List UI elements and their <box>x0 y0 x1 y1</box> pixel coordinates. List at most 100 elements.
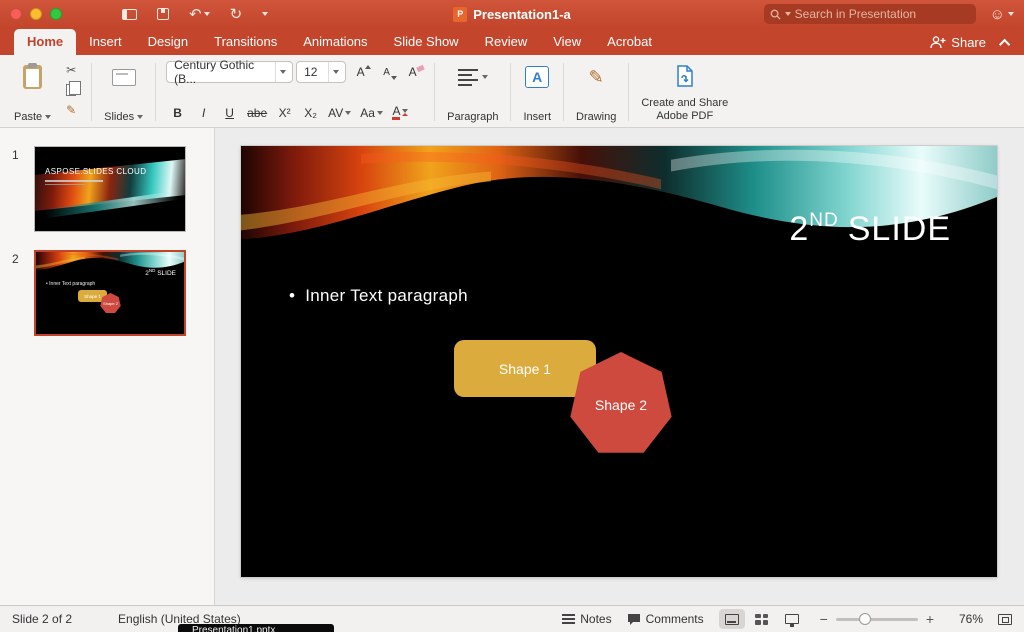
notes-icon <box>562 614 575 624</box>
font-size-combobox[interactable]: 12 <box>296 61 346 83</box>
tab-home[interactable]: Home <box>14 29 76 55</box>
normal-view-button[interactable] <box>719 609 745 629</box>
clipboard-tools: ✂ ✎ <box>57 60 85 124</box>
zoom-percentage[interactable]: 76% <box>949 612 983 626</box>
subscript-button[interactable]: X₂ <box>299 102 322 123</box>
new-slide-button[interactable]: Slides <box>98 60 149 124</box>
font-color-icon: A <box>392 105 400 120</box>
collapse-ribbon-button[interactable] <box>999 38 1010 49</box>
font-name-combobox[interactable]: Century Gothic (B... <box>166 61 293 83</box>
slide-canvas[interactable]: 2NDSLIDE •Inner Text paragraph Shape 1 S… <box>215 128 1024 605</box>
chevron-down-icon <box>275 62 288 82</box>
zoom-slider-thumb[interactable] <box>859 613 871 625</box>
comments-button[interactable]: Comments <box>627 612 704 626</box>
tab-animations[interactable]: Animations <box>290 29 380 55</box>
document-title: Presentation1-a <box>473 7 571 22</box>
slide-count-status: Slide 2 of 2 <box>12 612 72 626</box>
minimize-button[interactable] <box>30 8 42 20</box>
tab-transitions[interactable]: Transitions <box>201 29 290 55</box>
shrink-font-button[interactable]: A <box>375 62 398 83</box>
tab-slide-show[interactable]: Slide Show <box>381 29 472 55</box>
slide-bullet-text[interactable]: •Inner Text paragraph <box>289 286 468 306</box>
font-color-button[interactable]: A <box>389 102 412 123</box>
character-spacing-label: AV <box>328 106 343 120</box>
chevron-down-icon <box>345 111 351 115</box>
tab-review[interactable]: Review <box>472 29 541 55</box>
divider <box>563 63 564 121</box>
insert-button[interactable]: A Insert <box>517 60 557 124</box>
font-group: Century Gothic (B... 12 A A A B I U abe … <box>162 60 428 124</box>
thumbnail-title-text: ASPOSE.SLIDES CLOUD <box>45 167 146 176</box>
powerpoint-file-icon: P <box>453 7 467 22</box>
change-case-button[interactable]: Aa <box>357 102 386 123</box>
copy-button[interactable] <box>61 82 81 98</box>
tab-insert[interactable]: Insert <box>76 29 135 55</box>
bold-button[interactable]: B <box>166 102 189 123</box>
slide-1-thumbnail[interactable]: ASPOSE.SLIDES CLOUD <box>34 146 186 232</box>
divider <box>91 63 92 121</box>
cut-button[interactable]: ✂ <box>61 62 81 78</box>
italic-label: I <box>202 106 205 120</box>
adobe-pdf-button[interactable]: Create and Share Adobe PDF <box>635 60 734 124</box>
paste-label: Paste <box>14 111 42 123</box>
slides-label: Slides <box>104 111 134 123</box>
format-painter-button[interactable]: ✎ <box>61 102 81 118</box>
chevron-down-icon <box>45 115 51 119</box>
drawing-brush-icon: ✎ <box>589 67 604 88</box>
search-icon <box>770 9 781 20</box>
new-slide-icon <box>112 69 136 86</box>
underline-button[interactable]: U <box>218 102 241 123</box>
toggle-sidebar-button[interactable] <box>122 9 137 20</box>
tab-view[interactable]: View <box>540 29 594 55</box>
fullscreen-button[interactable] <box>50 8 62 20</box>
redo-button[interactable]: ↻ <box>230 5 243 23</box>
clear-formatting-icon: A <box>409 65 417 79</box>
zoom-out-button[interactable]: − <box>820 611 828 627</box>
character-spacing-button[interactable]: AV <box>325 102 354 123</box>
chevron-down-icon <box>482 75 488 79</box>
slide-show-button[interactable] <box>779 609 805 629</box>
slide-sorter-view-button[interactable] <box>749 609 775 629</box>
feedback-button[interactable]: ☺ <box>990 6 1014 23</box>
paragraph-lines-icon <box>458 69 478 86</box>
customize-toolbar-button[interactable] <box>262 12 268 16</box>
chevron-down-icon <box>1008 12 1014 16</box>
undo-button[interactable]: ↶ <box>189 5 210 23</box>
slide-thumbnail-panel[interactable]: 1 ASPOSE.SLIDES CLOUD 2 2ND SLIDE • Inne… <box>0 128 215 605</box>
adobe-label-line2: Adobe PDF <box>656 110 713 122</box>
slide-title-text[interactable]: 2NDSLIDE <box>789 210 951 249</box>
drawing-label: Drawing <box>576 111 616 123</box>
save-button[interactable] <box>157 8 169 20</box>
shape-1-rounded-rectangle[interactable]: Shape 1 <box>454 340 596 397</box>
thumbnail-row-2: 2 2ND SLIDE • Inner Text paragraph Shape… <box>12 250 214 336</box>
superscript-button[interactable]: X² <box>273 102 296 123</box>
clear-formatting-button[interactable]: A <box>401 62 424 83</box>
search-input[interactable]: Search in Presentation <box>764 4 976 24</box>
strikethrough-button[interactable]: abe <box>244 102 270 123</box>
close-button[interactable] <box>10 8 22 20</box>
search-scope-dropdown-icon[interactable] <box>785 12 791 16</box>
font-size-value: 12 <box>304 65 317 79</box>
share-button[interactable]: Share <box>930 35 986 50</box>
slide-2-editor[interactable]: 2NDSLIDE •Inner Text paragraph Shape 1 S… <box>241 146 997 577</box>
notes-button[interactable]: Notes <box>562 612 611 626</box>
tab-design[interactable]: Design <box>135 29 201 55</box>
zoom-in-button[interactable]: + <box>926 611 934 627</box>
tab-acrobat[interactable]: Acrobat <box>594 29 665 55</box>
undo-icon: ↶ <box>189 5 202 23</box>
smiley-icon: ☺ <box>990 6 1005 23</box>
slide-2-thumbnail[interactable]: 2ND SLIDE • Inner Text paragraph Shape 1… <box>34 250 186 336</box>
adobe-label-line1: Create and Share <box>641 97 728 109</box>
drawing-button[interactable]: ✎ Drawing <box>570 60 622 124</box>
grow-font-icon: A <box>357 65 365 79</box>
zoom-slider[interactable] <box>836 618 918 621</box>
grow-font-button[interactable]: A <box>349 62 372 83</box>
strikethrough-label: abe <box>247 106 267 120</box>
slide-sorter-icon <box>755 614 768 625</box>
paragraph-button[interactable]: Paragraph <box>441 60 504 124</box>
italic-button[interactable]: I <box>192 102 215 123</box>
fit-slide-to-window-button[interactable] <box>998 614 1012 625</box>
bullet-marker: • <box>289 286 295 305</box>
paste-button[interactable]: Paste <box>8 60 57 124</box>
save-icon <box>157 8 169 20</box>
